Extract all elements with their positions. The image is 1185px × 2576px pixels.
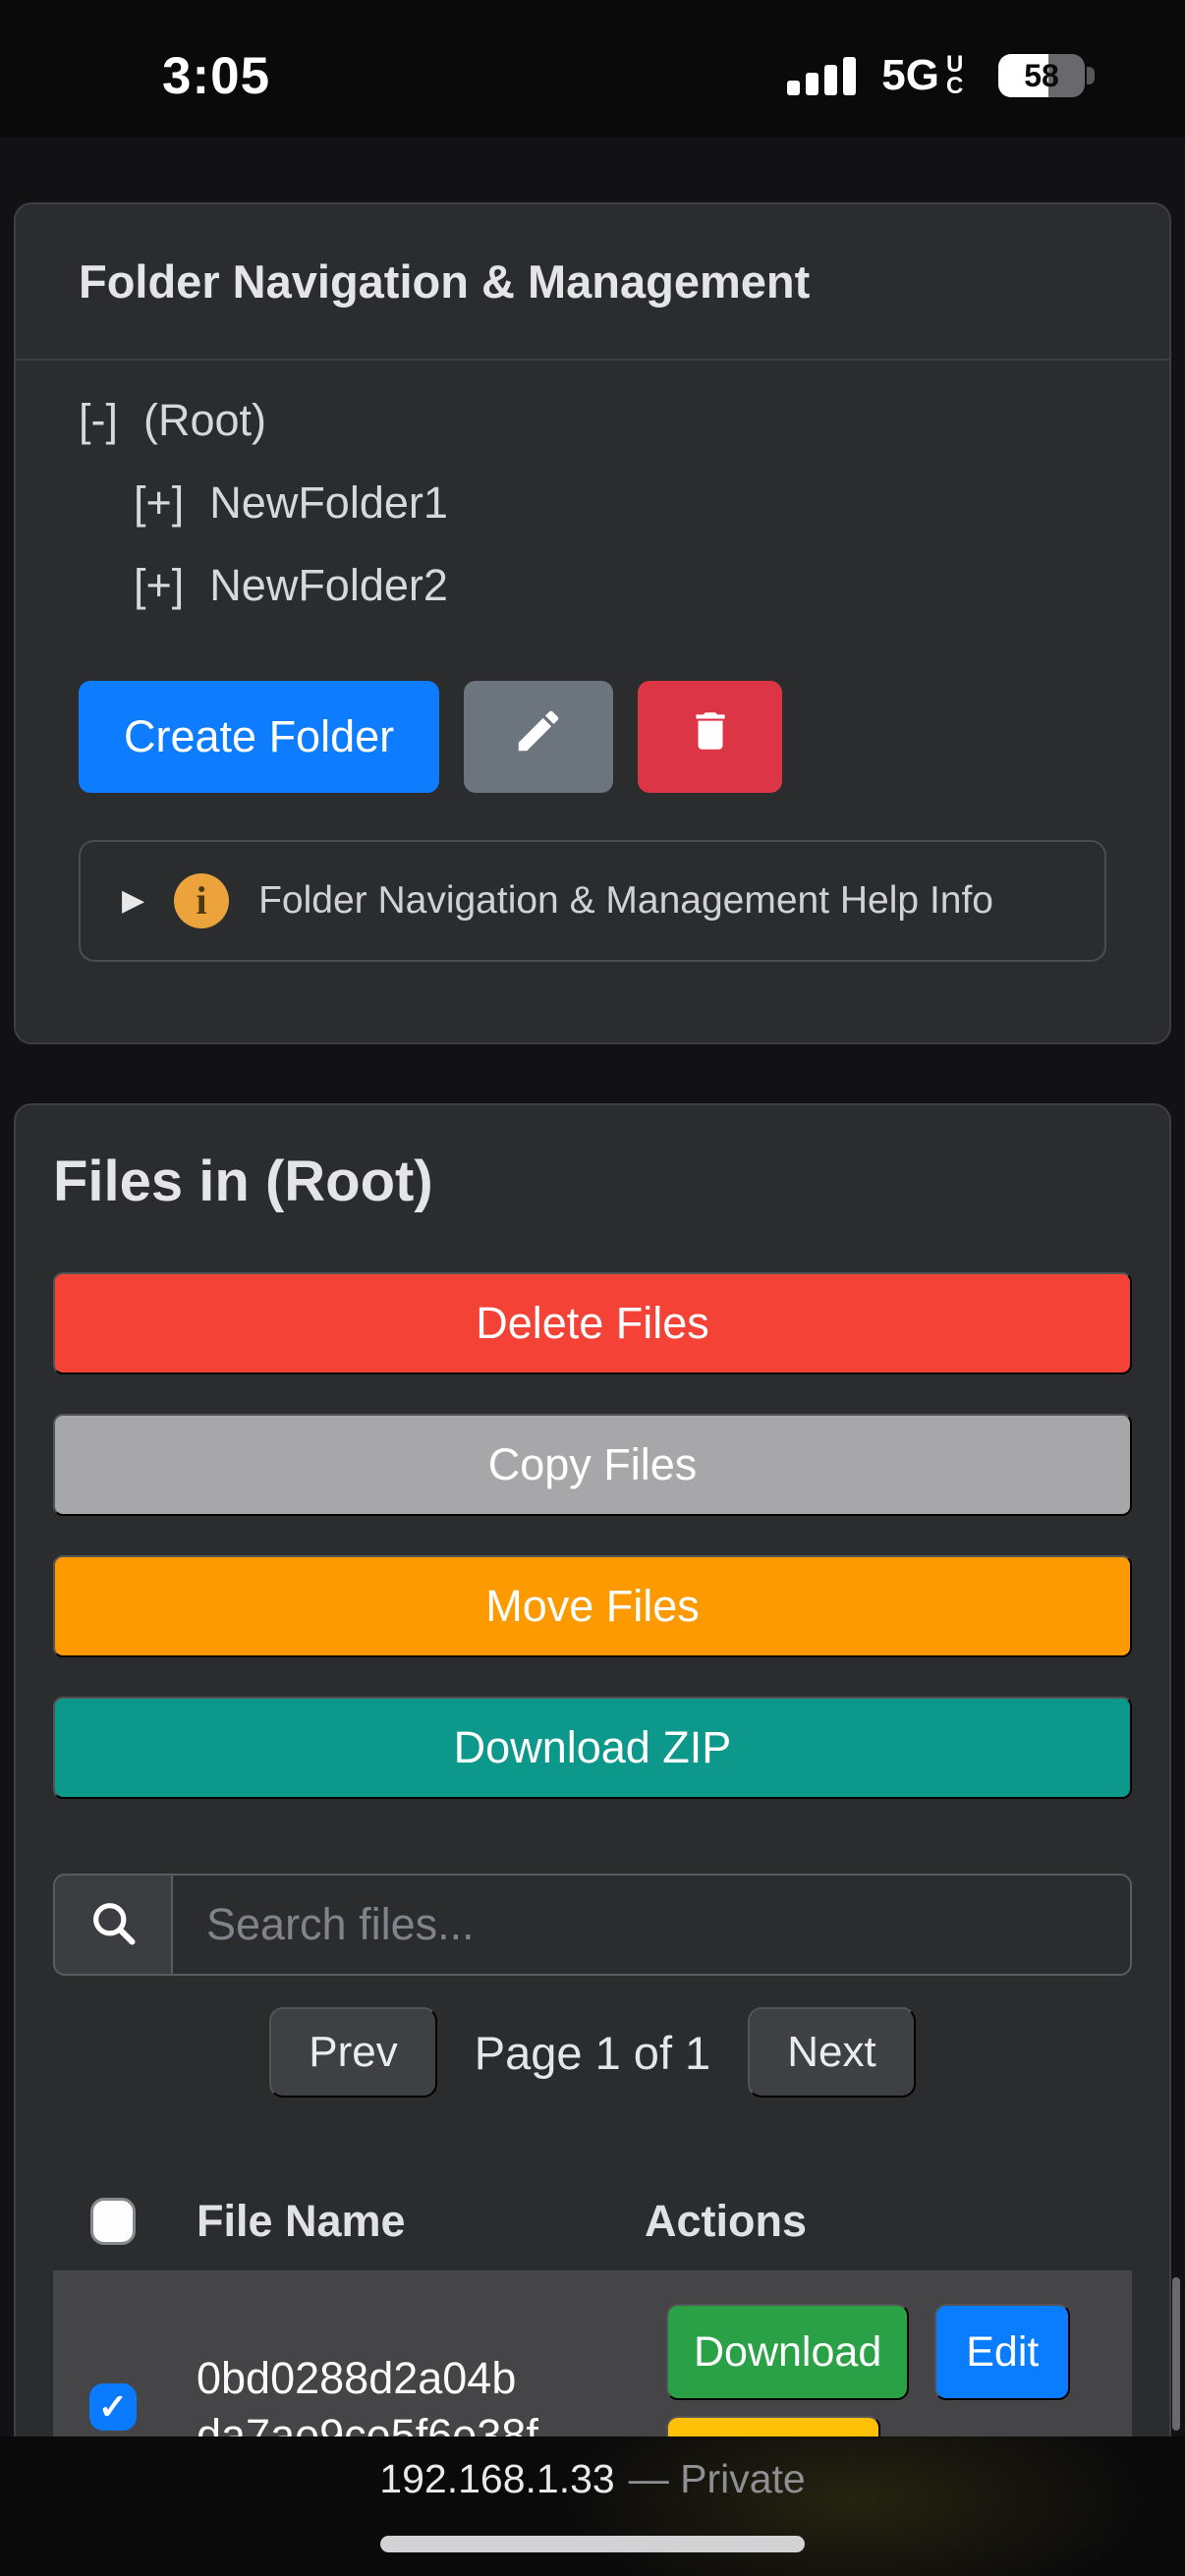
tree-toggle[interactable]: [+] <box>134 478 184 528</box>
home-indicator[interactable] <box>380 2536 805 2552</box>
clock: 3:05 <box>162 46 270 106</box>
row-checkbox[interactable]: ✓ <box>89 2383 137 2431</box>
tree-item-newfolder2[interactable]: [+] NewFolder2 <box>79 561 1106 610</box>
battery-icon: 58 <box>998 54 1095 97</box>
network-uc-label: UC <box>946 54 973 97</box>
delete-folder-button[interactable] <box>638 681 782 793</box>
network-type: 5G UC <box>881 51 973 100</box>
folder-card-header: Folder Navigation & Management <box>16 204 1169 361</box>
tree-folder-name: NewFolder2 <box>209 561 448 610</box>
tree-toggle[interactable]: [-] <box>79 396 118 445</box>
address-bar[interactable]: 192.168.1.33 — Private <box>0 2436 1185 2502</box>
delete-files-button[interactable]: Delete Files <box>53 1272 1132 1374</box>
folder-navigation-card: Folder Navigation & Management [-] (Root… <box>14 202 1171 1044</box>
actions-column-header: Actions <box>645 2196 1132 2247</box>
search-files-input[interactable] <box>171 1874 1132 1976</box>
file-name-column-header: File Name <box>173 2196 645 2247</box>
info-icon: i <box>174 873 229 928</box>
rename-folder-button[interactable] <box>464 681 613 793</box>
edit-file-button[interactable]: Edit <box>934 2304 1070 2400</box>
pencil-icon <box>512 704 565 768</box>
files-card: Files in (Root) Delete Files Copy Files … <box>14 1103 1171 2576</box>
download-zip-button[interactable]: Download ZIP <box>53 1697 1132 1799</box>
tree-folder-name: NewFolder1 <box>209 478 448 528</box>
download-file-button[interactable]: Download <box>666 2304 909 2400</box>
status-bar: 3:05 5G UC 58 <box>0 0 1185 138</box>
help-info-accordion[interactable]: ▶ i Folder Navigation & Management Help … <box>79 840 1106 962</box>
tree-item-root[interactable]: [-] (Root) <box>79 396 1106 445</box>
signal-strength-icon <box>787 57 856 95</box>
status-icons: 5G UC 58 <box>787 51 1095 100</box>
private-mode-label: — Private <box>629 2456 806 2502</box>
folder-card-title: Folder Navigation & Management <box>79 253 1106 311</box>
folder-card-body: [-] (Root) [+] NewFolder1 [+] NewFolder2… <box>16 361 1169 1042</box>
expand-triangle-icon: ▶ <box>122 883 144 918</box>
tree-folder-name: (Root) <box>143 396 266 445</box>
select-all-checkbox[interactable] <box>90 2198 136 2245</box>
search-addon <box>53 1874 171 1976</box>
pagination: Prev Page 1 of 1 Next <box>53 2007 1132 2098</box>
checkmark-icon: ✓ <box>98 2386 128 2428</box>
folder-actions-row: Create Folder <box>79 681 1106 793</box>
copy-files-button[interactable]: Copy Files <box>53 1414 1132 1516</box>
files-card-title: Files in (Root) <box>53 1147 1132 1218</box>
network-5g-label: 5G <box>881 51 939 100</box>
prev-page-button[interactable]: Prev <box>269 2007 436 2098</box>
scrollbar[interactable] <box>1172 2277 1180 2431</box>
help-accordion-label: Folder Navigation & Management Help Info <box>258 879 993 923</box>
search-icon <box>87 1897 139 1953</box>
page-indicator: Page 1 of 1 <box>475 2026 710 2080</box>
tree-toggle[interactable]: [+] <box>134 561 184 610</box>
file-search-group <box>53 1874 1132 1976</box>
iphone-screen: 3:05 5G UC 58 Folder Naviga <box>0 0 1185 2576</box>
create-folder-button[interactable]: Create Folder <box>79 681 439 793</box>
file-table-header: File Name Actions <box>53 2196 1132 2247</box>
battery-percent: 58 <box>998 54 1085 97</box>
trash-icon <box>686 706 735 766</box>
next-page-button[interactable]: Next <box>748 2007 915 2098</box>
site-url: 192.168.1.33 <box>379 2456 614 2502</box>
tree-item-newfolder1[interactable]: [+] NewFolder1 <box>79 478 1106 528</box>
browser-bottom-bar: 192.168.1.33 — Private <box>0 2436 1185 2576</box>
move-files-button[interactable]: Move Files <box>53 1555 1132 1657</box>
